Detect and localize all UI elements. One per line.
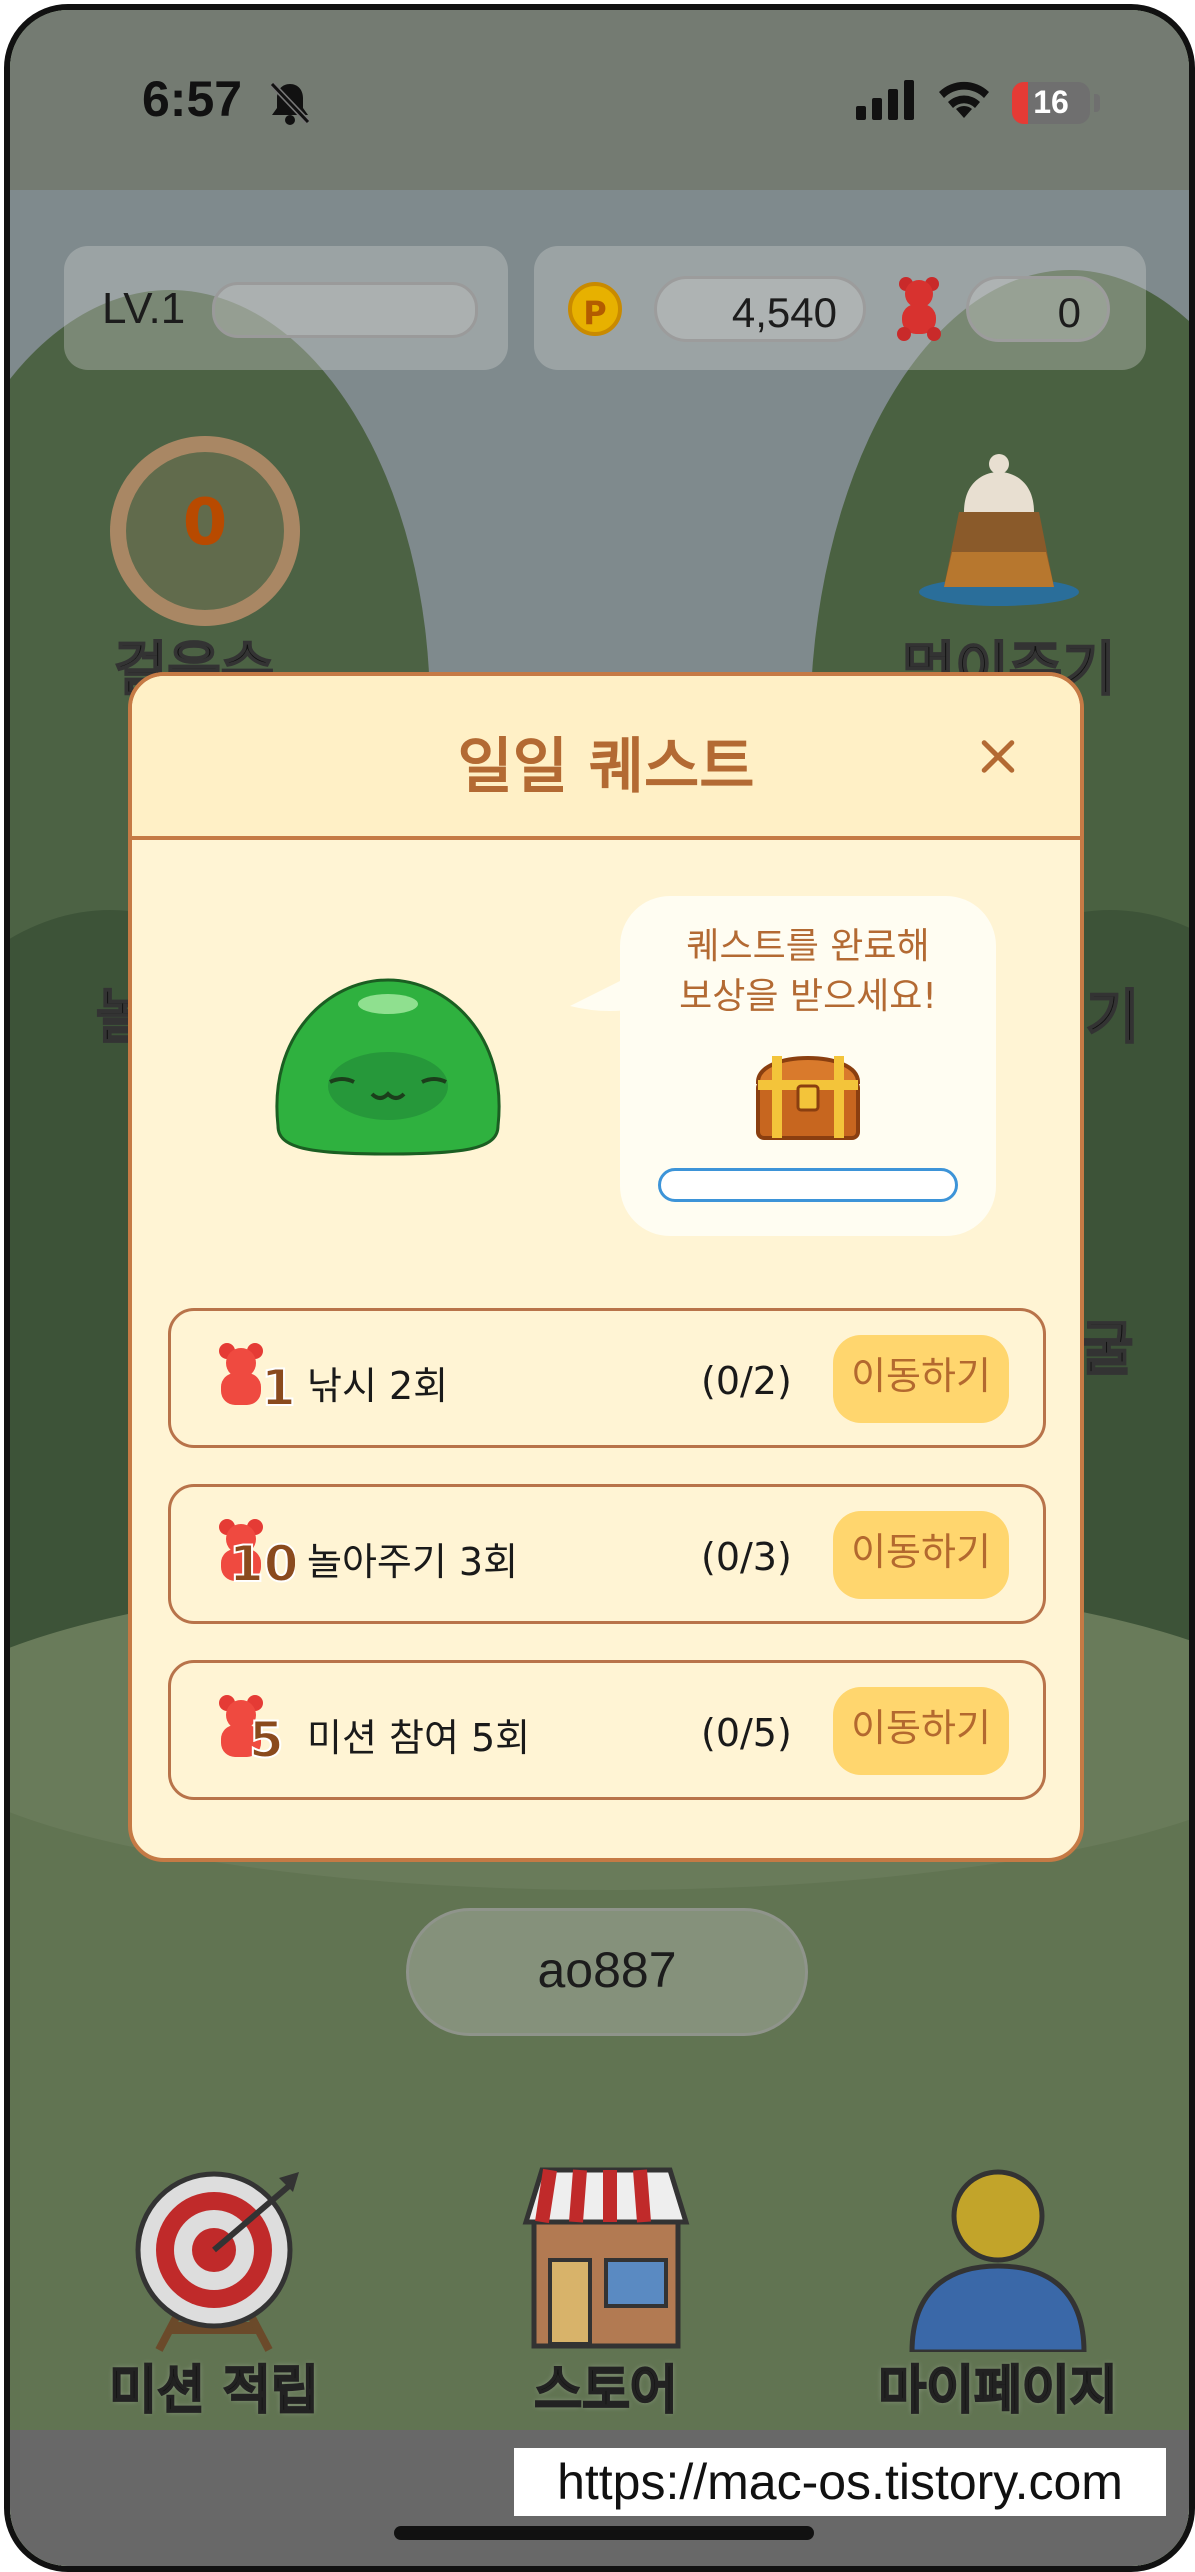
quest-row-mission: 5 미션 참여 5회 (0/5) 이동하기 [168, 1660, 1046, 1800]
point-coin-icon: P [568, 282, 622, 336]
speech-bubble: 퀘스트를 완료해 보상을 받으세요! [620, 896, 996, 1236]
watermark: https://mac-os.tistory.com [514, 2448, 1166, 2516]
gummy-bear-reward-icon: 10 [215, 1517, 300, 1594]
nav-mypage-label: 마이페이지 [877, 2360, 1118, 2422]
quest-count: (0/2) [701, 1359, 792, 1403]
quest-count: (0/3) [701, 1535, 792, 1579]
gummy-bear-icon [894, 276, 944, 346]
phone-screen: 6:57 16 LV.1 P 4,540 0 0 걸음수 먹이주기 놀 기 굴 … [4, 4, 1195, 2572]
step-counter-ring[interactable]: 0 [110, 436, 300, 626]
home-indicator[interactable] [394, 2526, 814, 2540]
bubble-text-line2: 보상을 받으세요! [679, 976, 937, 1017]
quest-label: 미션 참여 5회 [307, 1716, 531, 1760]
gummy-bear-reward-icon: 1 [215, 1341, 297, 1418]
battery-icon: 16 [1012, 82, 1090, 124]
reward-amount: 10 [229, 1535, 295, 1589]
close-button[interactable] [966, 724, 1030, 788]
status-time: 6:57 [142, 71, 243, 127]
jelly-value: 0 [1057, 289, 1081, 336]
step-counter-value: 0 [182, 486, 228, 560]
points-value: 4,540 [731, 289, 837, 336]
pudding-icon[interactable] [914, 442, 1084, 616]
battery-percent: 16 [1033, 84, 1069, 120]
nav-store-label: 스토어 [533, 2360, 679, 2422]
quest-label: 놀아주기 3회 [307, 1540, 519, 1584]
modal-title: 일일 퀘스트 [457, 732, 755, 802]
level-label: LV.1 [102, 284, 186, 333]
username: ao887 [537, 1942, 677, 1998]
green-slime-character [268, 976, 508, 1160]
quest-row-fishing: 1 낚시 2회 (0/2) 이동하기 [168, 1308, 1046, 1448]
quest-label: 낚시 2회 [307, 1364, 449, 1408]
daily-quest-modal: 일일 퀘스트 퀘스트를 완료해 보상을 받으세요! 1 낚시 2회 (0/2) … [128, 672, 1084, 1862]
quest-row-play: 10 놀아주기 3회 (0/3) 이동하기 [168, 1484, 1046, 1624]
level-panel: LV.1 [64, 246, 508, 370]
reward-amount: 5 [249, 1711, 284, 1765]
bell-muted-icon [268, 80, 312, 130]
go-button[interactable]: 이동하기 [833, 1335, 1009, 1423]
modal-header: 일일 퀘스트 [132, 676, 1080, 840]
nav-store[interactable]: 스토어 [446, 2162, 766, 2422]
jelly-pill: 0 [966, 276, 1110, 342]
nav-mission-label: 미션 적립 [108, 2360, 319, 2422]
bubble-text: 퀘스트를 완료해 보상을 받으세요! [620, 922, 996, 1022]
xp-bar [212, 282, 478, 338]
wifi-icon [936, 78, 992, 126]
cellular-signal-icon [856, 80, 916, 124]
user-profile-icon [838, 2162, 1158, 2356]
quest-count: (0/5) [701, 1711, 792, 1755]
quest-progress-bar [658, 1168, 958, 1202]
go-button[interactable]: 이동하기 [833, 1687, 1009, 1775]
target-icon [54, 2162, 374, 2356]
nav-mission[interactable]: 미션 적립 [54, 2162, 374, 2422]
points-pill: 4,540 [654, 276, 866, 342]
cave-partial-label: 굴 [1079, 1314, 1134, 1384]
bubble-text-line1: 퀘스트를 완료해 [686, 926, 930, 967]
store-icon [446, 2162, 766, 2356]
currency-panel: P 4,540 0 [534, 246, 1146, 370]
go-button[interactable]: 이동하기 [833, 1511, 1009, 1599]
battery-cap [1094, 94, 1100, 112]
play-partial-right-label: 기 [1085, 982, 1140, 1052]
reward-amount: 1 [261, 1359, 295, 1413]
status-bar: 6:57 16 [10, 10, 1189, 190]
username-pill: ao887 [406, 1908, 808, 2036]
nav-mypage[interactable]: 마이페이지 [838, 2162, 1158, 2422]
treasure-chest-icon [750, 1036, 866, 1156]
gummy-bear-reward-icon: 5 [215, 1693, 295, 1770]
